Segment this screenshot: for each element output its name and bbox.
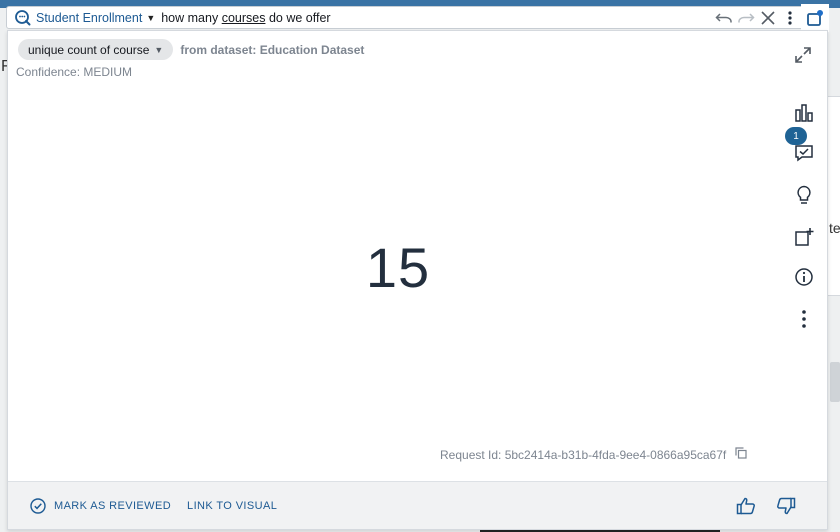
feedback-count-badge: 1 <box>785 127 807 145</box>
thumbs-up-button[interactable] <box>735 495 757 517</box>
request-id-text: Request Id: 5bc2414a-b31b-4fda-9ee4-0866… <box>440 447 727 462</box>
feedback-review-button[interactable]: 1 <box>785 127 816 165</box>
query-input[interactable]: how many courses do we offer <box>161 11 330 25</box>
bar-chart-icon <box>795 104 813 122</box>
thumbs-down-button[interactable] <box>775 495 797 517</box>
feedback-buttons <box>717 495 797 517</box>
copy-request-id-button[interactable] <box>735 447 747 462</box>
q-search-bar: Student Enrollment ▼ how many courses do… <box>6 3 829 32</box>
query-keyword[interactable]: courses <box>222 11 266 25</box>
kpi-value: 15 <box>365 236 431 299</box>
more-options-button[interactable] <box>779 8 801 28</box>
visual-type-button[interactable] <box>792 101 816 125</box>
copy-icon <box>735 447 747 459</box>
close-icon <box>761 10 775 25</box>
confidence-label: Confidence: MEDIUM <box>16 65 133 79</box>
topic-selector[interactable]: Student Enrollment ▼ <box>36 11 155 25</box>
interpretation-chip-label: unique count of course <box>28 42 150 57</box>
add-to-analysis-button[interactable] <box>792 225 816 249</box>
answer-panel: unique count of course ▼ from dataset: E… <box>7 30 828 530</box>
undo-button[interactable] <box>713 8 735 28</box>
thumbs-up-icon <box>736 497 755 514</box>
q-topic-icon <box>12 8 32 28</box>
answer-footer: MARK AS REVIEWED LINK TO VISUAL <box>8 481 827 529</box>
info-button[interactable] <box>792 265 816 289</box>
review-comment-icon <box>795 145 813 162</box>
query-suffix: do we offer <box>265 10 331 25</box>
info-icon <box>795 268 813 286</box>
pin-icon <box>807 9 823 26</box>
insights-button[interactable] <box>792 183 816 207</box>
expand-icon <box>795 47 811 63</box>
more-vertical-icon <box>788 10 792 25</box>
pin-button[interactable] <box>801 3 829 32</box>
lightbulb-icon <box>797 185 811 204</box>
expand-button[interactable] <box>793 45 813 65</box>
thumbs-down-icon <box>777 497 796 514</box>
background-card-text: te <box>829 220 840 236</box>
link-to-visual-button[interactable]: LINK TO VISUAL <box>187 500 277 512</box>
background-card-right <box>826 96 840 296</box>
undo-icon <box>715 12 732 22</box>
check-circle-icon <box>30 497 46 514</box>
add-to-analysis-icon <box>795 228 814 246</box>
caret-down-icon: ▼ <box>154 44 164 55</box>
redo-button[interactable] <box>735 8 757 28</box>
background-scroll-thumb <box>830 362 840 402</box>
more-actions-button[interactable] <box>792 307 816 331</box>
clear-button[interactable] <box>757 8 779 28</box>
interpretation-chip[interactable]: unique count of course ▼ <box>18 39 174 60</box>
dataset-label: from dataset: Education Dataset <box>180 42 365 57</box>
interpretation-row: unique count of course ▼ from dataset: E… <box>18 39 364 60</box>
redo-icon <box>738 12 755 22</box>
topic-label: Student Enrollment <box>36 10 143 25</box>
mark-as-reviewed-label: MARK AS REVIEWED <box>54 499 172 512</box>
caret-down-icon: ▼ <box>146 12 156 23</box>
more-vertical-icon <box>802 310 806 328</box>
request-id-row: Request Id: 5bc2414a-b31b-4fda-9ee4-0866… <box>440 447 747 462</box>
query-prefix: how many <box>161 10 222 25</box>
mark-as-reviewed-button[interactable]: MARK AS REVIEWED <box>30 497 172 514</box>
